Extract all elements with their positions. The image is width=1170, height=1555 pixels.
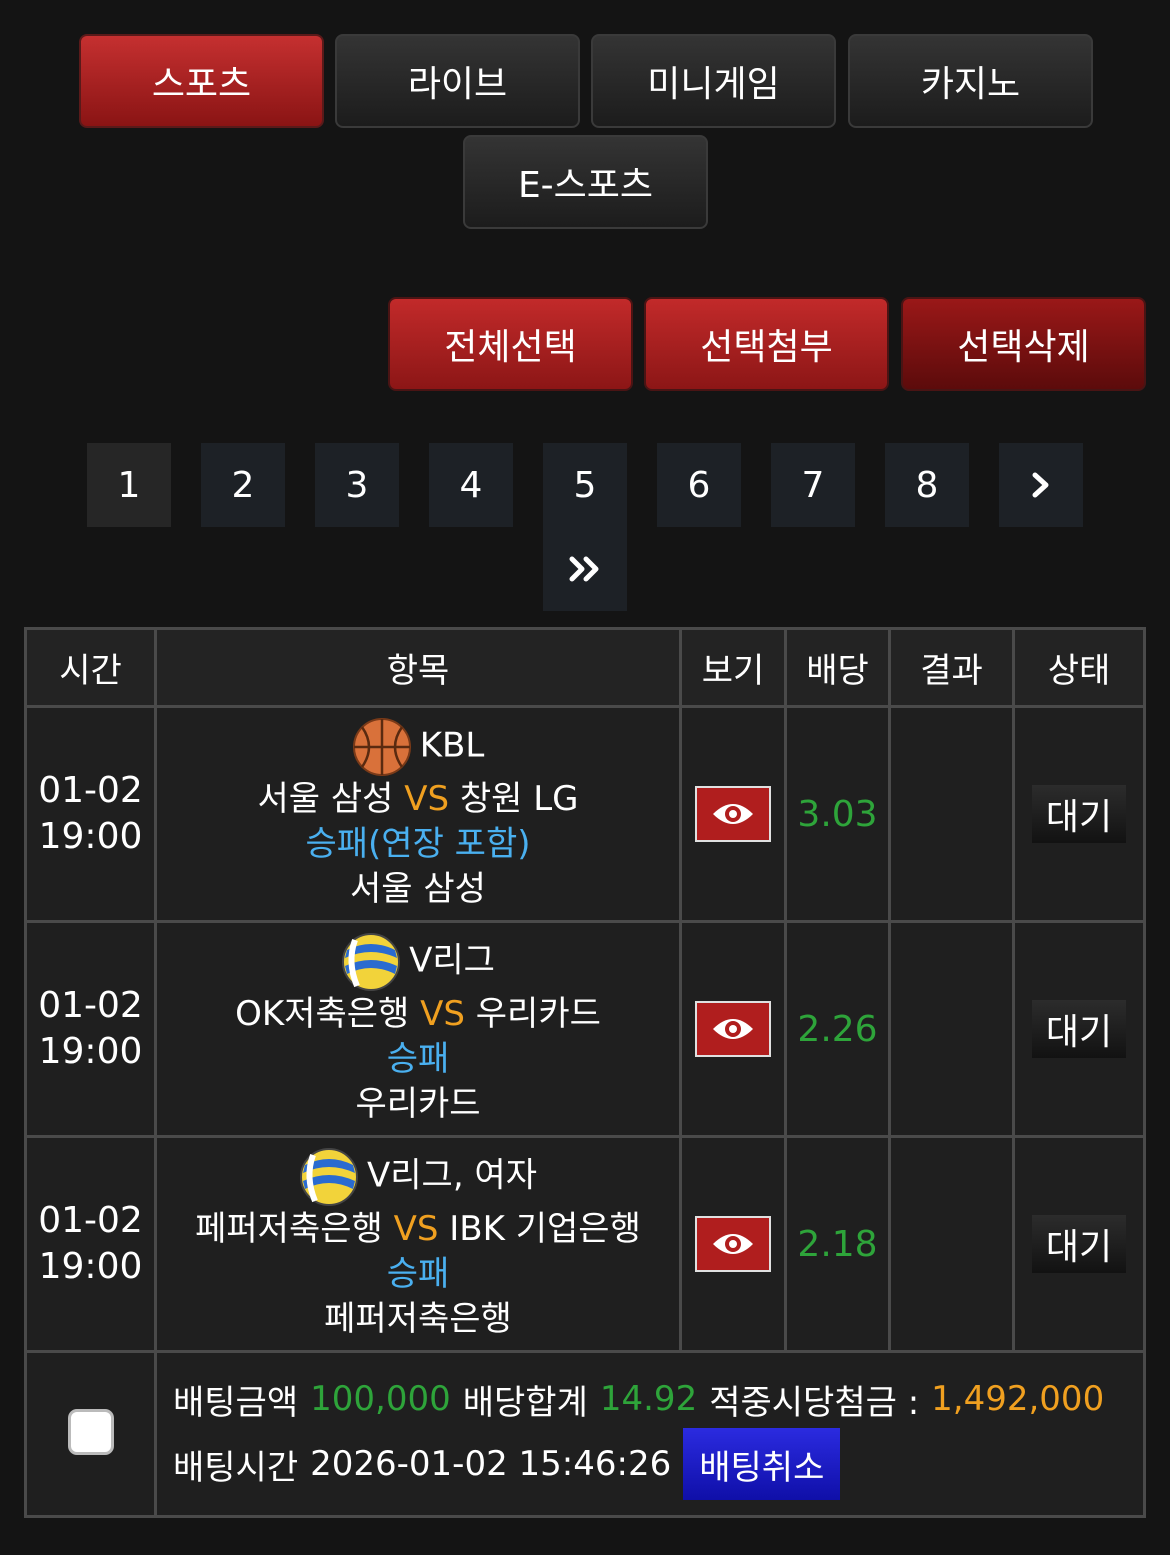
market-label: 승패	[386, 1253, 450, 1294]
page-3-button[interactable]: 3	[315, 443, 399, 527]
header-time: 시간	[24, 627, 157, 708]
match-time: 01-02 19:00	[24, 1135, 157, 1353]
match-info: KBL 서울 삼성 VS 창원 LG 승패(연장 포함) 서울 삼성	[154, 705, 682, 923]
page-8-button[interactable]: 8	[885, 443, 969, 527]
odds-value: 2.18	[784, 1135, 891, 1353]
payout-amount: 1,492,000	[931, 1379, 1105, 1419]
tab-esports[interactable]: E-스포츠	[463, 135, 708, 229]
result-value	[888, 1135, 1015, 1353]
market-label: 승패	[386, 1038, 450, 1079]
view-button[interactable]	[695, 1001, 771, 1057]
pick-label: 페퍼저축은행	[324, 1298, 512, 1339]
eye-icon	[713, 1019, 753, 1039]
table-row: 01-02 19:00 V리그 OK저축은행 VS 우리카드 승패 우리카드 2…	[24, 920, 1146, 1138]
result-value	[888, 920, 1015, 1138]
pick-label: 서울 삼성	[350, 868, 486, 909]
page-7-button[interactable]: 7	[771, 443, 855, 527]
bet-history-table: 시간 항목 보기 배당 결과 상태 01-02 19:00 KBL 서울 삼성 …	[24, 627, 1146, 1518]
cancel-bet-button[interactable]: 배팅취소	[683, 1428, 841, 1500]
odds-total: 14.92	[599, 1379, 698, 1419]
status-badge: 대기	[1032, 1000, 1126, 1058]
match-time: 01-02 19:00	[24, 920, 157, 1138]
header-item: 항목	[154, 627, 682, 708]
volleyball-icon	[300, 1147, 358, 1206]
select-bet-checkbox[interactable]	[67, 1409, 114, 1455]
attach-selected-button[interactable]: 선택첨부	[644, 297, 889, 391]
table-row: 01-02 19:00 KBL 서울 삼성 VS 창원 LG 승패(연장 포함)…	[24, 705, 1146, 923]
match-time: 01-02 19:00	[24, 705, 157, 923]
double-chevron-right-icon	[569, 556, 599, 582]
table-header-row: 시간 항목 보기 배당 결과 상태	[24, 627, 1146, 708]
bet-summary: 배팅금액 100,000 배당합계 14.92 적중시당첨금 : 1,492,0…	[154, 1350, 1146, 1518]
chevron-right-icon	[1032, 472, 1049, 498]
page-4-button[interactable]: 4	[429, 443, 513, 527]
page-5-button[interactable]: 5	[543, 443, 627, 527]
volleyball-icon	[342, 932, 401, 991]
table-row: 01-02 19:00 V리그, 여자 페퍼저축은행 VS IBK 기업은행 승…	[24, 1135, 1146, 1353]
view-button[interactable]	[695, 1216, 771, 1272]
bet-amount: 100,000	[310, 1379, 451, 1419]
result-value	[888, 705, 1015, 923]
eye-icon	[713, 1234, 753, 1254]
status-badge: 대기	[1032, 785, 1126, 843]
market-label: 승패(연장 포함)	[305, 823, 531, 864]
odds-value: 3.03	[784, 705, 891, 923]
tab-live[interactable]: 라이브	[335, 34, 580, 128]
select-all-button[interactable]: 전체선택	[388, 297, 633, 391]
page-6-button[interactable]: 6	[657, 443, 741, 527]
next-page-button[interactable]	[999, 443, 1083, 527]
header-odds: 배당	[784, 627, 891, 708]
tab-casino[interactable]: 카지노	[848, 34, 1093, 128]
view-button[interactable]	[695, 786, 771, 842]
eye-icon	[713, 804, 753, 824]
page-2-button[interactable]: 2	[201, 443, 285, 527]
match-info: V리그 OK저축은행 VS 우리카드 승패 우리카드	[154, 920, 682, 1138]
last-page-button[interactable]	[543, 527, 627, 611]
pick-label: 우리카드	[355, 1083, 481, 1124]
odds-value: 2.26	[784, 920, 891, 1138]
status-badge: 대기	[1032, 1215, 1126, 1273]
basketball-icon	[352, 717, 411, 776]
tab-sports[interactable]: 스포츠	[79, 34, 324, 128]
bet-time: 2026-01-02 15:46:26	[310, 1444, 672, 1484]
delete-selected-button[interactable]: 선택삭제	[901, 297, 1146, 391]
tab-minigame[interactable]: 미니게임	[591, 34, 836, 128]
header-result: 결과	[888, 627, 1015, 708]
header-view: 보기	[679, 627, 787, 708]
page-1-button[interactable]: 1	[87, 443, 171, 527]
bet-summary-row: 배팅금액 100,000 배당합계 14.92 적중시당첨금 : 1,492,0…	[24, 1350, 1146, 1518]
header-status: 상태	[1012, 627, 1146, 708]
match-info: V리그, 여자 페퍼저축은행 VS IBK 기업은행 승패 페퍼저축은행	[154, 1135, 682, 1353]
